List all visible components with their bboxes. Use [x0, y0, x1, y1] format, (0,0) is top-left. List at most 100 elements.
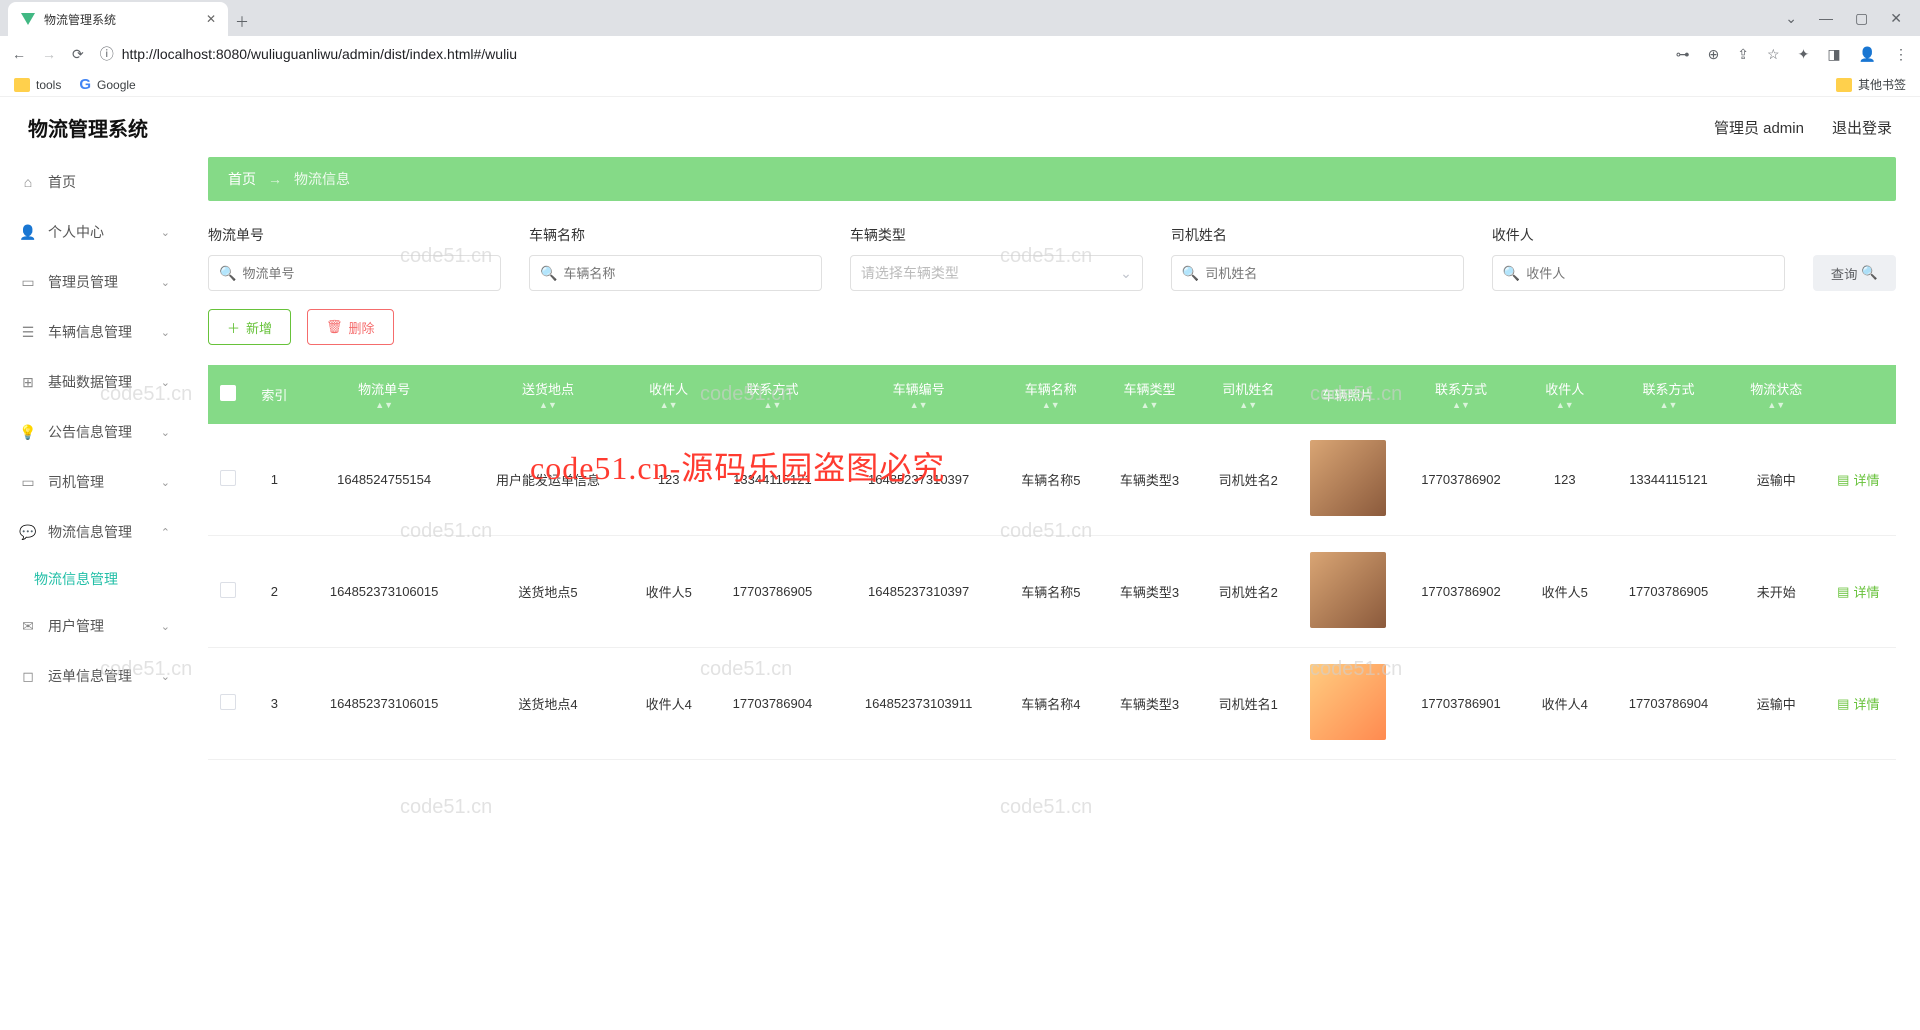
cell-status: 运输中 [1732, 424, 1821, 536]
vehicle-photo[interactable] [1310, 664, 1386, 740]
back-icon[interactable]: ← [12, 46, 26, 62]
cell-driver-name: 司机姓名2 [1199, 424, 1298, 536]
select-all-checkbox[interactable] [220, 385, 236, 401]
th-contact1[interactable]: 联系方式▲▼ [709, 365, 836, 424]
row-checkbox[interactable] [220, 694, 236, 710]
input-order-no[interactable]: 🔍 [208, 255, 501, 291]
cell-status: 运输中 [1732, 648, 1821, 760]
cell-delivery-loc: 用户能发运单信息 [468, 424, 629, 536]
logout-link[interactable]: 退出登录 [1832, 117, 1892, 138]
info-icon[interactable]: ⓘ [100, 44, 114, 64]
cell-contact3: 17703786905 [1605, 536, 1732, 648]
th-vehicle-type[interactable]: 车辆类型▲▼ [1100, 365, 1199, 424]
current-user[interactable]: 管理员 admin [1714, 117, 1804, 138]
th-vehicle-name[interactable]: 车辆名称▲▼ [1001, 365, 1100, 424]
th-delivery-loc[interactable]: 送货地点▲▼ [468, 365, 629, 424]
search-order-no: 物流单号 🔍 [208, 225, 501, 291]
key-icon[interactable]: ⊶ [1676, 46, 1690, 63]
delete-button[interactable]: 🗑删除 [307, 309, 394, 345]
th-recipient[interactable]: 收件人▲▼ [628, 365, 709, 424]
row-checkbox[interactable] [220, 470, 236, 486]
close-icon[interactable]: ✕ [206, 12, 216, 26]
browser-tab[interactable]: 物流管理系统 ✕ [8, 2, 228, 36]
forward-icon[interactable]: → [42, 46, 56, 62]
doc-icon: ▤ [1837, 472, 1849, 488]
bookmark-other[interactable]: 其他书签 [1836, 76, 1906, 93]
trash-icon: 🗑 [326, 319, 343, 335]
search-row: 物流单号 🔍 车辆名称 🔍 车辆类型 请选择车辆类型⌄ 司机姓名 🔍 收件人 🔍… [208, 225, 1896, 291]
th-contact2[interactable]: 联系方式▲▼ [1398, 365, 1525, 424]
sidebar-item-waybill[interactable]: ◻运单信息管理⌄ [0, 651, 190, 701]
data-table: 索引 物流单号▲▼ 送货地点▲▼ 收件人▲▼ 联系方式▲▼ 车辆编号▲▼ 车辆名… [208, 365, 1896, 760]
bookmark-star-icon[interactable]: ☆ [1767, 46, 1780, 63]
chevron-down-icon: ⌄ [161, 326, 170, 339]
row-checkbox[interactable] [220, 582, 236, 598]
new-tab-button[interactable]: ＋ [228, 8, 256, 36]
cell-delivery-loc: 送货地点4 [468, 648, 629, 760]
breadcrumb-home[interactable]: 首页 [228, 169, 256, 189]
chevron-down-icon: ⌄ [161, 670, 170, 683]
sort-icon: ▲▼ [1611, 400, 1726, 410]
cell-index: 3 [248, 648, 301, 760]
doc-icon: ▤ [1837, 696, 1849, 712]
detail-link[interactable]: ▤详情 [1837, 470, 1879, 489]
th-contact3[interactable]: 联系方式▲▼ [1605, 365, 1732, 424]
sidepanel-icon[interactable]: ◨ [1827, 46, 1840, 63]
search-vehicle-type: 车辆类型 请选择车辆类型⌄ [850, 225, 1143, 291]
reload-icon[interactable]: ⟳ [72, 46, 84, 63]
sidebar-item-user-mgmt[interactable]: ✉用户管理⌄ [0, 601, 190, 651]
detail-link[interactable]: ▤详情 [1837, 582, 1879, 601]
sidebar-item-notice[interactable]: 💡公告信息管理⌄ [0, 407, 190, 457]
th-vehicle-no[interactable]: 车辆编号▲▼ [836, 365, 1002, 424]
vehicle-photo[interactable] [1310, 552, 1386, 628]
cell-recipient2: 收件人5 [1524, 536, 1605, 648]
maximize-icon[interactable]: ▢ [1855, 10, 1868, 27]
th-driver-name[interactable]: 司机姓名▲▼ [1199, 365, 1298, 424]
th-recipient2[interactable]: 收件人▲▼ [1524, 365, 1605, 424]
sidebar-subitem-logistics[interactable]: 物流信息管理 [0, 557, 190, 601]
vue-favicon-icon [20, 11, 36, 27]
bookmark-tools[interactable]: tools [14, 78, 61, 92]
sidebar-item-base-data[interactable]: ⊞基础数据管理⌄ [0, 357, 190, 407]
share-icon[interactable]: ⇪ [1737, 46, 1749, 63]
cell-recipient: 123 [628, 424, 709, 536]
input-vehicle-name[interactable]: 🔍 [529, 255, 822, 291]
close-window-icon[interactable]: ✕ [1890, 10, 1902, 27]
select-vehicle-type[interactable]: 请选择车辆类型⌄ [850, 255, 1143, 291]
menu-icon[interactable]: ⋮ [1894, 46, 1908, 63]
zoom-icon[interactable]: ⊕ [1708, 46, 1720, 63]
detail-link[interactable]: ▤详情 [1837, 694, 1879, 713]
cell-vehicle-no: 16485237310397 [836, 424, 1002, 536]
sidebar-item-home[interactable]: ⌂首页 [0, 157, 190, 207]
sort-icon: ▲▼ [1106, 400, 1193, 410]
extensions-icon[interactable]: ✦ [1798, 46, 1810, 63]
sidebar-item-logistics[interactable]: 💬物流信息管理⌃ [0, 507, 190, 557]
bookmark-google[interactable]: GGoogle [79, 76, 135, 93]
th-status[interactable]: 物流状态▲▼ [1732, 365, 1821, 424]
sidebar-item-driver[interactable]: ▭司机管理⌄ [0, 457, 190, 507]
cell-vehicle-name: 车辆名称4 [1001, 648, 1100, 760]
chevron-down-icon: ⌄ [161, 376, 170, 389]
sidebar-item-personal[interactable]: 👤个人中心⌄ [0, 207, 190, 257]
input-recipient[interactable]: 🔍 [1492, 255, 1785, 291]
th-order-no[interactable]: 物流单号▲▼ [301, 365, 468, 424]
action-row: ＋新增 🗑删除 [208, 309, 1896, 345]
sidebar-item-vehicle-info[interactable]: ☰车辆信息管理⌄ [0, 307, 190, 357]
query-button[interactable]: 查询 🔍 [1813, 255, 1896, 291]
minimize-icon[interactable]: — [1819, 10, 1833, 27]
url-input[interactable]: ⓘ http://localhost:8080/wuliuguanliwu/ad… [100, 39, 1660, 69]
search-recipient: 收件人 🔍 [1492, 225, 1785, 291]
profile-icon[interactable]: 👤 [1859, 46, 1876, 63]
input-driver-name[interactable]: 🔍 [1171, 255, 1464, 291]
sidebar-item-admin[interactable]: ▭管理员管理⌄ [0, 257, 190, 307]
add-button[interactable]: ＋新增 [208, 309, 291, 345]
user-icon: 👤 [20, 224, 36, 241]
chevron-down-icon[interactable]: ⌄ [1785, 10, 1797, 27]
vehicle-photo[interactable] [1310, 440, 1386, 516]
header-right: 管理员 admin 退出登录 [1714, 117, 1892, 138]
address-bar: ← → ⟳ ⓘ http://localhost:8080/wuliuguanl… [0, 36, 1920, 72]
sort-icon: ▲▼ [1007, 400, 1094, 410]
sort-icon: ▲▼ [1530, 400, 1599, 410]
app-logo: 物流管理系统 [28, 113, 148, 142]
table-header: 索引 物流单号▲▼ 送货地点▲▼ 收件人▲▼ 联系方式▲▼ 车辆编号▲▼ 车辆名… [208, 365, 1896, 424]
